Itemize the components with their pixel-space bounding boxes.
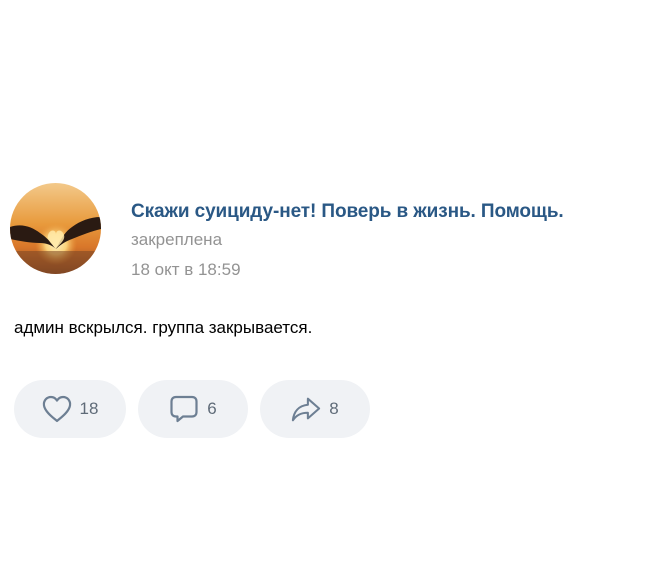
comment-icon bbox=[169, 394, 199, 424]
post-actions: 18 6 8 bbox=[14, 380, 370, 438]
like-count: 18 bbox=[79, 399, 99, 418]
avatar-sunset-hands-heart-image bbox=[10, 183, 101, 274]
like-button[interactable]: 18 bbox=[14, 380, 126, 438]
share-button[interactable]: 8 bbox=[260, 380, 370, 438]
post-date-link[interactable]: 18 окт в 18:59 bbox=[131, 258, 564, 282]
post-text: админ вскрылся. группа закрывается. bbox=[14, 318, 313, 337]
comment-count: 6 bbox=[207, 399, 217, 418]
share-icon bbox=[291, 394, 321, 424]
post-meta: Скажи суициду-нет! Поверь в жизнь. Помощ… bbox=[131, 183, 564, 282]
group-name-link[interactable]: Скажи суициду-нет! Поверь в жизнь. Помощ… bbox=[131, 200, 564, 224]
heart-icon bbox=[42, 394, 72, 424]
comment-button[interactable]: 6 bbox=[138, 380, 248, 438]
share-count: 8 bbox=[329, 399, 339, 418]
avatar[interactable] bbox=[10, 183, 101, 274]
post-header: Скажи суициду-нет! Поверь в жизнь. Помощ… bbox=[10, 183, 564, 282]
pinned-label: закреплена bbox=[131, 230, 223, 249]
post: Скажи суициду-нет! Поверь в жизнь. Помощ… bbox=[0, 0, 663, 567]
